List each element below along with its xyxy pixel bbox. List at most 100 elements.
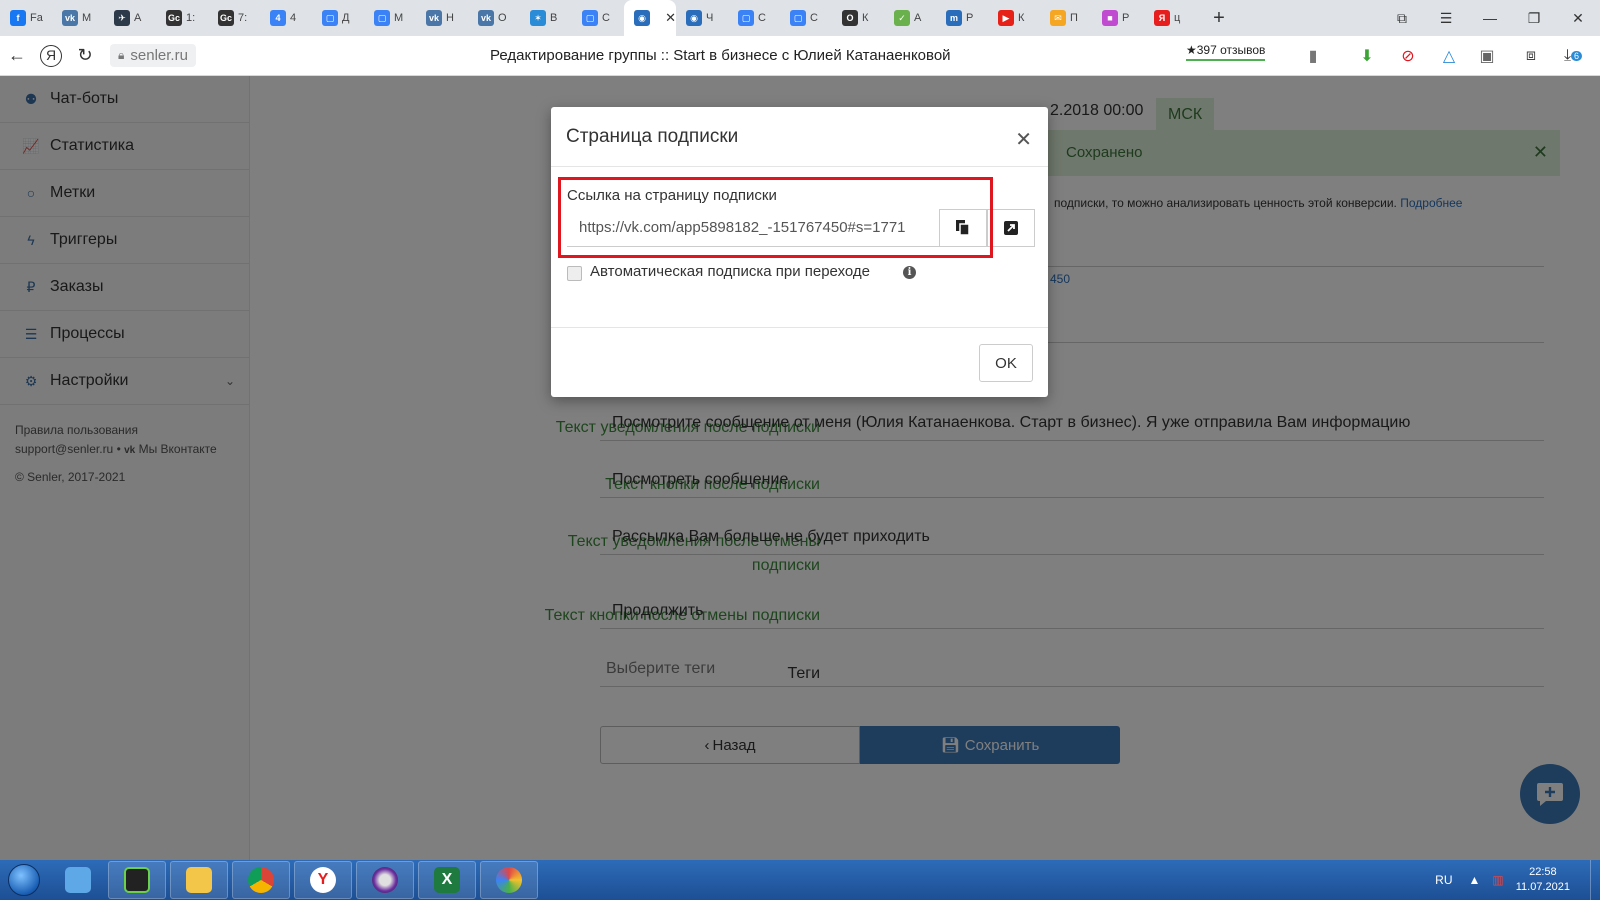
taskbar-nox[interactable] [108,861,166,899]
lock-icon: 🔒︎ [118,48,125,62]
auto-subscribe-checkbox[interactable] [567,266,582,281]
browser-tab[interactable]: ▢ С [728,0,780,36]
browser-tab[interactable]: ✶ В [520,0,572,36]
tab-label: M [82,12,92,24]
browser-tab[interactable]: ◉ Ч [676,0,728,36]
tab-label: Н [446,12,454,24]
windows-taskbar: Y X RU ▲ ▥ 22:58 11.07.2021 [0,860,1600,900]
browser-tab[interactable]: ▢ С [572,0,624,36]
language-indicator[interactable]: RU [1435,873,1452,887]
yandex-browser-icon: Y [310,867,336,893]
tab-label: О [498,12,507,24]
browser-tab[interactable]: mР [936,0,988,36]
taskbar-computer[interactable] [52,861,104,899]
browser-tab[interactable]: OК [832,0,884,36]
taskbar-excel[interactable]: X [418,861,476,899]
vpn-ext-icon[interactable]: △ [1438,45,1460,67]
check-icon: ✓ [894,10,910,26]
close-window-button[interactable]: ✕ [1556,10,1600,27]
taskbar-explorer[interactable] [170,861,228,899]
circle-icon: O [842,10,858,26]
tab-label: Ч [706,12,714,24]
yandex-logo-icon[interactable]: Я [40,44,62,67]
chat-icon: ▢ [790,10,806,26]
reload-icon[interactable]: ↻ [68,45,102,66]
clock[interactable]: 22:58 11.07.2021 [1516,865,1570,895]
browser-tab[interactable]: Gc 1: [156,0,208,36]
browser-tab[interactable]: ◉ ✕ [624,0,676,36]
new-tab-button[interactable]: + [1204,3,1234,33]
photo-ext-icon[interactable]: ▣ [1476,45,1498,67]
stop-ext-icon[interactable]: ⊘ [1397,45,1419,67]
taskbar-paint[interactable] [480,861,538,899]
gc-icon: Gc [166,10,182,26]
browser-tab[interactable]: f Fa [0,0,52,36]
nox-icon [124,867,150,893]
tab-label: 7: [238,12,248,24]
taskbar-yandex[interactable]: Y [294,861,352,899]
browser-tab[interactable]: ✉ П [1040,0,1092,36]
browser-tab[interactable]: Gc 7: [208,0,260,36]
info-icon[interactable]: i [903,266,916,279]
show-desktop-button[interactable] [1590,860,1600,900]
browser-tab[interactable]: ✈ A [104,0,156,36]
browser-tab[interactable]: ▢ С [780,0,832,36]
browser-tab[interactable]: ✓ А [884,0,936,36]
tab-close-icon[interactable]: ✕ [665,10,676,26]
chat-icon: ▢ [374,10,390,26]
browser-tab[interactable]: vk M [52,0,104,36]
bookmark-icon[interactable]: ▮ [1302,45,1324,67]
auto-subscribe-label[interactable]: Автоматическая подписка при переходе [590,263,870,280]
tab-label: M [394,12,404,24]
network-icon[interactable]: ▥ [1492,873,1503,887]
excel-icon: X [434,867,460,893]
menu-icon[interactable]: ☰ [1424,10,1468,27]
browser-tab[interactable]: ▢ Д [312,0,364,36]
restore-button[interactable]: ❐ [1512,10,1556,27]
browser-tab[interactable]: ▢ M [364,0,416,36]
domain-pill[interactable]: 🔒︎ senler.ru [110,44,196,67]
tab-label: П [1070,12,1078,24]
modal-title: Страница подписки [566,125,739,147]
browser-tab[interactable]: vk Н [416,0,468,36]
downloads-count: 6 [1571,51,1583,61]
paint-icon [496,867,522,893]
back-arrow-icon[interactable]: ← [0,45,34,66]
browser-tab[interactable]: Яц [1144,0,1196,36]
open-link-button[interactable] [987,209,1035,247]
close-icon[interactable]: ✕ [1015,127,1032,152]
reviews-badge[interactable]: ★397 отзывов [1186,43,1266,61]
senler-icon: ◉ [686,10,702,26]
browser-tab[interactable]: ■ Р [1092,0,1144,36]
minimize-button[interactable]: — [1468,10,1512,26]
tab-label: 1: [186,12,196,24]
browser-tab[interactable]: 44 [260,0,312,36]
number-icon: 4 [270,10,286,26]
ok-button[interactable]: OK [979,344,1033,382]
tab-manager-icon[interactable]: ⧉ [1380,10,1424,27]
browser-tab[interactable]: ▶ К [988,0,1040,36]
tab-label: Р [966,12,974,24]
computer-icon [65,867,91,893]
puzzle-ext-icon[interactable]: ⧈ [1520,45,1542,67]
yandex-icon: Я [1154,10,1170,26]
modal-footer: OK [551,327,1048,397]
vk-icon: vk [478,10,494,26]
colors-icon: ■ [1102,10,1118,26]
browser-tab[interactable]: vk О [468,0,520,36]
start-button[interactable] [0,860,48,900]
window-controls: ⧉ ☰ — ❐ ✕ [1380,0,1600,36]
download-ext-icon[interactable]: ⬇ [1356,45,1378,67]
domain-text: senler.ru [130,47,188,64]
red-highlight-box [558,177,993,258]
app-icon: ✈ [114,10,130,26]
taskbar-camera[interactable] [356,861,414,899]
tray-expand-icon[interactable]: ▲ [1469,873,1481,887]
downloads-icon[interactable]: ⤓ 6 [1562,45,1584,67]
modal-header: Страница подписки ✕ [551,107,1048,167]
gc-icon: Gc [218,10,234,26]
taskbar-chrome[interactable] [232,861,290,899]
system-tray: RU ▲ ▥ 22:58 11.07.2021 [1435,860,1600,900]
tab-label: A [134,12,142,24]
camera-app-icon [372,867,398,893]
